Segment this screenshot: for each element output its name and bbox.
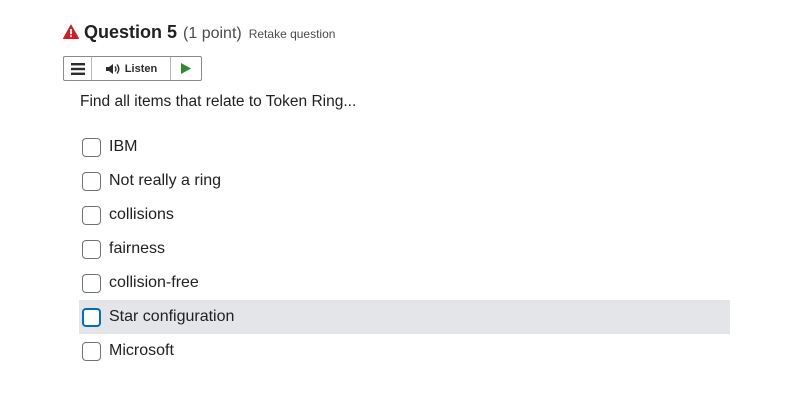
- option-collisions[interactable]: collisions: [79, 198, 730, 232]
- listen-toolbar: Listen: [63, 56, 202, 81]
- option-not-really-a-ring[interactable]: Not really a ring: [79, 164, 730, 198]
- option-fairness[interactable]: fairness: [79, 232, 730, 266]
- option-ibm[interactable]: IBM: [79, 130, 730, 164]
- hamburger-menu-icon: [70, 62, 85, 75]
- menu-button[interactable]: [64, 57, 92, 80]
- speaker-icon: [105, 63, 120, 74]
- option-label[interactable]: Star configuration: [109, 308, 234, 326]
- retake-question-link[interactable]: Retake question: [249, 27, 336, 41]
- checkbox[interactable]: [82, 171, 101, 191]
- question-header: Question 5 (1 point) Retake question: [63, 22, 335, 43]
- option-label[interactable]: collision-free: [109, 274, 199, 292]
- listen-label: Listen: [124, 62, 158, 75]
- option-collision-free[interactable]: collision-free: [79, 266, 730, 300]
- question-prompt: Find all items that relate to Token Ring…: [80, 93, 357, 110]
- checkbox[interactable]: [82, 137, 101, 157]
- question-title: Question 5: [84, 22, 178, 42]
- option-label[interactable]: IBM: [109, 138, 137, 156]
- warning-icon: [63, 24, 79, 40]
- checkbox[interactable]: [82, 307, 101, 327]
- option-microsoft[interactable]: Microsoft: [79, 334, 730, 368]
- option-label[interactable]: Microsoft: [109, 342, 174, 360]
- question-points: (1 point): [183, 25, 242, 42]
- option-label[interactable]: fairness: [109, 240, 165, 258]
- checkbox[interactable]: [82, 239, 101, 259]
- quiz-page: Question 5 (1 point) Retake question Lis…: [0, 0, 791, 400]
- play-button[interactable]: [171, 57, 201, 80]
- option-star-configuration[interactable]: Star configuration: [79, 300, 730, 334]
- option-label[interactable]: collisions: [109, 206, 174, 224]
- answer-options: IBM Not really a ring collisions fairnes…: [79, 130, 730, 368]
- play-icon: [181, 63, 191, 74]
- checkbox[interactable]: [82, 205, 101, 225]
- checkbox[interactable]: [82, 341, 101, 361]
- listen-button[interactable]: Listen: [92, 57, 171, 80]
- option-label[interactable]: Not really a ring: [109, 172, 221, 190]
- checkbox[interactable]: [82, 273, 101, 293]
